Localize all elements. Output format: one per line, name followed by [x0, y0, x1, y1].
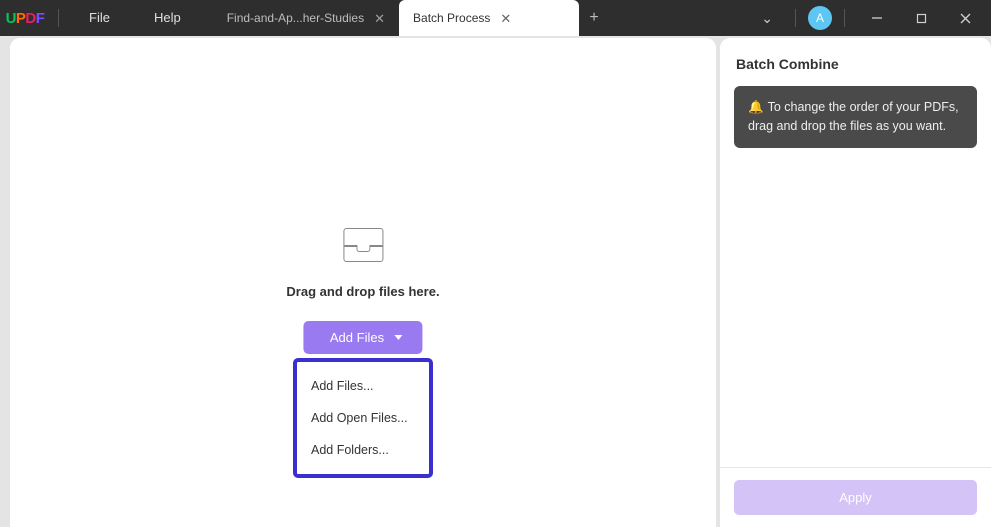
- chevron-down-icon: [394, 335, 402, 340]
- side-panel: Batch Combine 🔔To change the order of yo…: [720, 38, 991, 527]
- side-panel-footer: Apply: [720, 467, 991, 527]
- dropdown-item-add-folders[interactable]: Add Folders...: [297, 434, 429, 466]
- hint-text: To change the order of your PDFs, drag a…: [748, 100, 959, 133]
- workspace: Drag and drop files here. Add Files Add …: [0, 36, 991, 527]
- close-icon: [960, 13, 971, 24]
- minimize-button[interactable]: [857, 2, 897, 34]
- logo: UPDF: [0, 10, 50, 27]
- title-bar: UPDF File Help Find-and-Ap...her-Studies…: [0, 0, 991, 36]
- maximize-button[interactable]: [901, 2, 941, 34]
- add-files-button[interactable]: Add Files: [304, 321, 422, 354]
- avatar[interactable]: A: [808, 6, 832, 30]
- close-button[interactable]: [945, 2, 985, 34]
- menu-help[interactable]: Help: [132, 0, 203, 36]
- add-files-dropdown: Add Files... Add Open Files... Add Folde…: [293, 358, 433, 478]
- divider: [795, 9, 796, 27]
- side-panel-title: Batch Combine: [720, 38, 991, 86]
- close-icon[interactable]: ✕: [500, 12, 511, 25]
- bell-icon: 🔔: [748, 100, 764, 114]
- dropdown-item-add-open-files[interactable]: Add Open Files...: [297, 402, 429, 434]
- tab-document[interactable]: Find-and-Ap...her-Studies ✕: [213, 0, 399, 36]
- tab-batch-process[interactable]: Batch Process ✕: [399, 0, 579, 36]
- inbox-icon: [343, 228, 383, 262]
- menu-file[interactable]: File: [67, 0, 132, 36]
- chevron-down-icon[interactable]: ⌄: [751, 10, 783, 27]
- tab-label: Batch Process: [413, 11, 490, 25]
- divider: [58, 9, 59, 27]
- add-files-label: Add Files: [330, 330, 384, 345]
- maximize-icon: [916, 13, 927, 24]
- tab-label: Find-and-Ap...her-Studies: [227, 11, 364, 25]
- titlebar-right: ⌄ A: [751, 2, 991, 34]
- close-icon[interactable]: ✕: [374, 12, 385, 25]
- tab-strip: Find-and-Ap...her-Studies ✕ Batch Proces…: [213, 0, 609, 36]
- main-panel: Drag and drop files here. Add Files Add …: [10, 38, 716, 527]
- drop-zone[interactable]: Drag and drop files here. Add Files: [286, 228, 439, 354]
- dropdown-item-add-files[interactable]: Add Files...: [297, 370, 429, 402]
- minimize-icon: [871, 12, 883, 24]
- divider: [844, 9, 845, 27]
- hint-box: 🔔To change the order of your PDFs, drag …: [734, 86, 977, 148]
- apply-button[interactable]: Apply: [734, 480, 977, 515]
- drop-text: Drag and drop files here.: [286, 284, 439, 299]
- new-tab-button[interactable]: +: [579, 0, 609, 36]
